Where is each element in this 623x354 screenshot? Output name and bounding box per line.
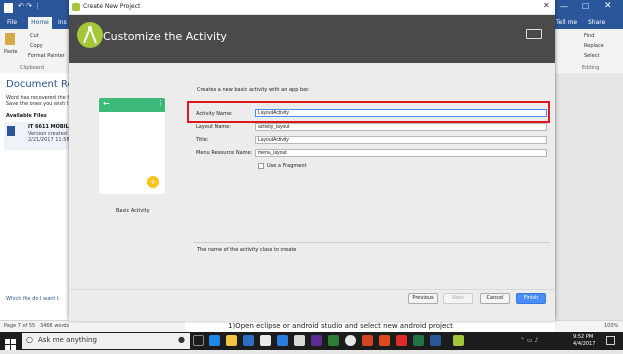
fab-add-icon: +	[147, 176, 159, 188]
app-icon-5[interactable]	[379, 335, 390, 346]
visual-studio-icon[interactable]	[311, 335, 322, 346]
store-icon[interactable]	[243, 335, 254, 346]
format-painter-button[interactable]: Format Painter	[28, 53, 65, 59]
cut-button[interactable]: Cut	[30, 33, 39, 39]
paste-button[interactable]: Paste	[4, 49, 18, 55]
title-input[interactable]	[255, 136, 547, 144]
editing-group-label: Editing	[582, 65, 600, 71]
minimize-icon[interactable]: —	[560, 2, 568, 11]
available-files-label: Available Files	[6, 113, 47, 119]
word-app-icon	[4, 3, 13, 13]
select-button[interactable]: Select	[584, 53, 599, 59]
find-button[interactable]: Find	[584, 33, 594, 39]
layout-name-label: Layout Name:	[196, 124, 232, 130]
document-recovery-pane: Document Rec Word has recovered the fi S…	[0, 73, 79, 320]
replace-button[interactable]: Replace	[584, 43, 604, 49]
word-document-area	[555, 73, 623, 320]
recovered-file-name: IT 6611 MOBILE	[28, 124, 73, 130]
app-icon-3[interactable]	[294, 335, 305, 346]
maximize-icon[interactable]: ☐	[582, 2, 589, 11]
finish-button[interactable]: Finish	[516, 293, 546, 304]
dialog-header-title: Customize the Activity	[103, 30, 227, 43]
word-taskbar-icon[interactable]	[430, 335, 441, 346]
back-arrow-icon: ←	[103, 99, 110, 108]
dialog-close-icon[interactable]: ✕	[543, 1, 550, 10]
word-doc-icon	[7, 126, 15, 136]
close-icon[interactable]: ✕	[604, 1, 612, 11]
clipboard-group-label: Clipboard	[20, 65, 44, 71]
search-icon: ○	[26, 335, 33, 344]
field-help-text: The name of the activity class to create	[197, 247, 297, 253]
document-text: 1)Open eclipse or android studio and sel…	[228, 322, 453, 330]
android-studio-icon	[72, 3, 80, 11]
clock-time[interactable]: 9:52 PM	[573, 334, 593, 340]
cancel-button[interactable]: Cancel	[480, 293, 510, 304]
share-button[interactable]: Share	[588, 17, 605, 29]
overflow-menu-icon: ⋮	[157, 99, 164, 107]
dialog-window-title: Create New Project	[83, 3, 141, 10]
device-form-factor-icon	[526, 29, 542, 39]
chrome-icon[interactable]	[345, 335, 356, 346]
activity-name-label: Activity Name:	[196, 111, 233, 117]
dialog-titlebar: Create New Project ✕	[69, 0, 555, 15]
tab-home[interactable]: Home	[28, 17, 52, 29]
menu-resource-label: Menu Resource Name:	[196, 150, 253, 156]
template-name: Basic Activity	[116, 208, 150, 214]
title-label: Title:	[196, 137, 209, 143]
file-explorer-icon[interactable]	[226, 335, 237, 346]
recovered-file-date: 2/21/2017 11:58 P	[28, 137, 75, 143]
word-count[interactable]: 3466 words	[40, 323, 69, 329]
tab-tell-me[interactable]: Tell me	[556, 17, 577, 29]
clipboard-icon	[5, 33, 15, 45]
copy-button[interactable]: Copy	[30, 43, 43, 49]
excel-icon[interactable]	[413, 335, 424, 346]
app-icon-2[interactable]	[277, 335, 288, 346]
use-fragment-checkbox[interactable]	[258, 163, 264, 169]
edge-icon[interactable]	[209, 335, 220, 346]
dialog-header: Customize the Activity	[69, 15, 555, 63]
clock-date[interactable]: 4/4/2017	[573, 341, 595, 347]
quick-access-icons[interactable]: ↶ ↷ ⋮	[18, 2, 41, 10]
app-icon-1[interactable]	[260, 335, 271, 346]
recovery-message-2: Save the ones you wish to	[6, 101, 72, 107]
task-view-icon[interactable]	[193, 335, 204, 346]
help-divider	[193, 242, 550, 243]
tab-file[interactable]: File	[7, 17, 17, 29]
start-button[interactable]	[5, 335, 16, 350]
acrobat-icon[interactable]	[396, 335, 407, 346]
windows-logo-icon	[5, 339, 16, 350]
app-icon-4[interactable]	[328, 335, 339, 346]
use-fragment-label: Use a Fragment	[267, 163, 307, 169]
microphone-icon[interactable]: ●	[178, 335, 185, 344]
powerpoint-icon[interactable]	[362, 335, 373, 346]
activity-intro-text: Creates a new basic activity with an app…	[197, 87, 310, 93]
which-file-help-link[interactable]: Which file do I want t	[6, 296, 59, 302]
search-placeholder: Ask me anything	[38, 336, 97, 344]
preview-app-bar: ← ⋮	[99, 98, 165, 112]
android-studio-taskbar-icon[interactable]	[453, 335, 464, 346]
system-tray-icons[interactable]: ⌃ ▭ ♪	[520, 337, 538, 344]
android-studio-logo-icon	[77, 22, 103, 48]
zoom-level[interactable]: 100%	[604, 323, 618, 329]
activity-template-preview: ← ⋮ +	[99, 98, 165, 194]
action-center-icon[interactable]	[606, 336, 615, 345]
previous-button[interactable]: Previous	[408, 293, 438, 304]
activity-name-input[interactable]	[255, 109, 547, 117]
menu-resource-input[interactable]	[255, 149, 547, 157]
recovered-file-item[interactable]: IT 6611 MOBILE Version created l 2/21/20…	[4, 122, 74, 150]
taskbar-search[interactable]: ○ Ask me anything ●	[22, 333, 190, 349]
layout-name-input[interactable]	[255, 123, 547, 131]
tab-insert[interactable]: Ins	[58, 17, 67, 29]
page-count[interactable]: Page 7 of 55	[4, 323, 35, 329]
next-button[interactable]: Next	[443, 293, 473, 304]
create-new-project-dialog: Create New Project ✕ Customize the Activ…	[69, 0, 555, 321]
